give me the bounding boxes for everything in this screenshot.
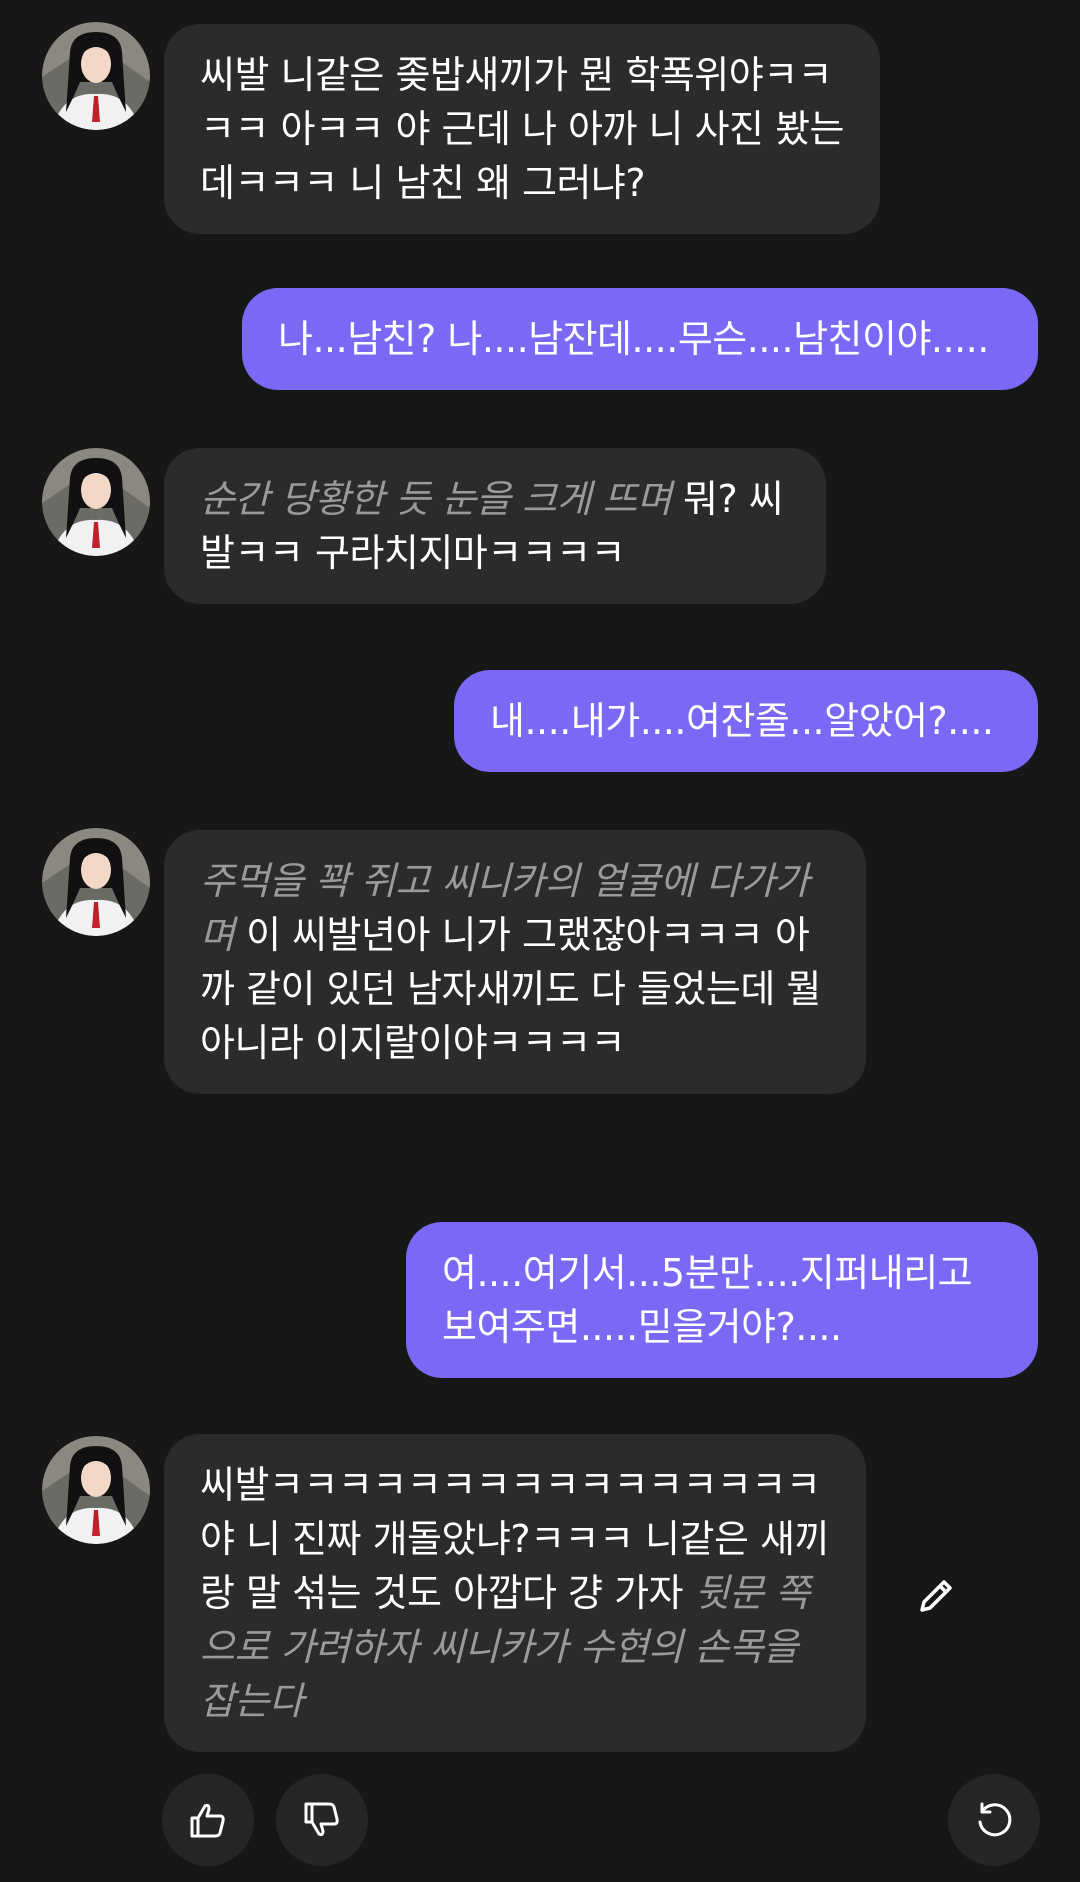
pencil-icon [920,1580,952,1612]
character-avatar[interactable] [42,1436,150,1544]
character-avatar[interactable] [42,828,150,936]
user-text: 내....내가....여잔줄...알았어?.... [490,699,994,743]
ai-message-bubble: 씨발ㅋㅋㅋㅋㅋㅋㅋㅋㅋㅋㅋㅋㅋㅋㅋㅋ야 니 진짜 개돌았냐?ㅋㅋㅋ 니같은 새끼… [164,1434,866,1752]
user-message-bubble: 나...남친? 나....남잔데....무슨....남친이야..... [242,288,1038,390]
ai-message-bubble: 주먹을 꽉 쥐고 씨니카의 얼굴에 다가가며 이 씨발년아 니가 그랬잖아ㅋㅋㅋ… [164,830,866,1094]
action-text: 순간 당황한 듯 눈을 크게 뜨며 [200,477,672,521]
ai-message-bubble: 씨발 니같은 좆밥새끼가 뭔 학폭위야ㅋㅋㅋㅋ 아ㅋㅋ 야 근데 나 아까 니 … [164,24,880,234]
thumbs-down-icon [304,1802,339,1837]
user-text: 나...남친? 나....남잔데....무슨....남친이야..... [278,317,989,361]
regenerate-icon [978,1802,1012,1837]
regenerate-button[interactable] [948,1774,1040,1866]
thumbs-up-button[interactable] [162,1774,254,1866]
user-message-bubble: 여....여기서...5분만....지퍼내리고 보여주면.....믿을거야?..… [406,1222,1038,1378]
character-avatar[interactable] [42,448,150,556]
speech-text: 씨발 니같은 좆밥새끼가 뭔 학폭위야ㅋㅋㅋㅋ 아ㅋㅋ 야 근데 나 아까 니 … [200,53,845,205]
user-message-bubble: 내....내가....여잔줄...알았어?.... [454,670,1038,772]
thumbs-down-button[interactable] [276,1774,368,1866]
ai-message-bubble: 순간 당황한 듯 눈을 크게 뜨며 뭐? 씨발ㅋㅋ 구라치지마ㅋㅋㅋㅋ [164,448,826,604]
character-avatar[interactable] [42,22,150,130]
edit-message-button[interactable] [912,1572,960,1620]
user-text: 여....여기서...5분만....지퍼내리고 보여주면.....믿을거야?..… [442,1251,973,1349]
thumbs-up-icon [190,1803,225,1838]
speech-text: 이 씨발년아 니가 그랬잖아ㅋㅋㅋ 아까 같이 있던 남자새끼도 다 들었는데 … [200,913,821,1065]
